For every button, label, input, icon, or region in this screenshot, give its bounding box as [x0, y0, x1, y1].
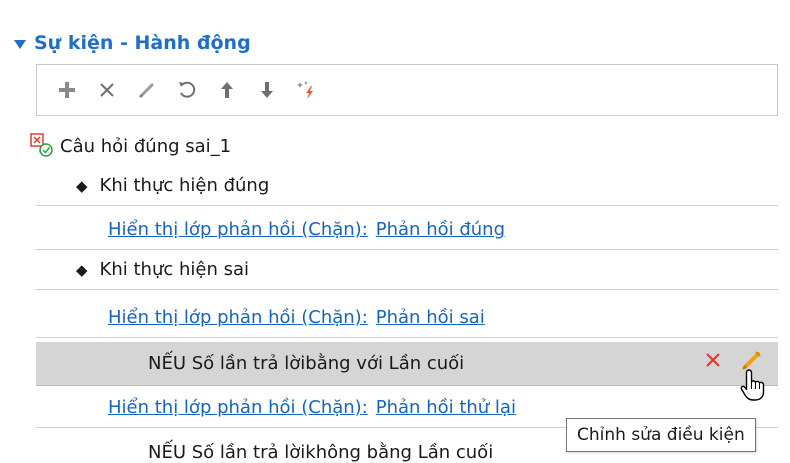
spark-icon	[297, 81, 313, 99]
root-label: Câu hỏi đúng sai_1	[60, 135, 232, 157]
arrow-down-icon	[261, 82, 273, 98]
question-true-false-icon	[30, 133, 53, 157]
condition-1-label: NẾU Số lần trả lờibằng với Lần cuối	[148, 353, 465, 374]
condition-row-selected[interactable]: NẾU Số lần trả lờibằng với Lần cuối	[36, 342, 778, 386]
close-icon	[706, 352, 720, 367]
trigger-wrong-label: Khi thực hiện sai	[99, 259, 249, 280]
toolbar	[36, 64, 778, 116]
action-correct-row: Hiển thị lớp phản hồi (Chặn): Phản hồi đ…	[36, 210, 778, 250]
arrow-up-icon	[221, 82, 233, 98]
delete-button[interactable]	[91, 74, 123, 106]
trigger-wrong-row[interactable]: ◆ Khi thực hiện sai	[36, 250, 778, 290]
action-wrong-row: Hiển thị lớp phản hồi (Chặn): Phản hồi s…	[36, 298, 778, 338]
condition-2-label: NẾU Số lần trả lờikhông bằng Lần cuối	[148, 442, 494, 463]
section-header[interactable]: Sự kiện - Hành động	[14, 28, 251, 58]
move-up-button[interactable]	[211, 74, 243, 106]
hand-cursor-icon	[740, 368, 768, 406]
action-wrong-target-link[interactable]: Phản hồi sai	[376, 307, 485, 328]
pencil-icon	[139, 83, 154, 98]
action-correct-link[interactable]: Hiển thị lớp phản hồi (Chặn):	[108, 219, 368, 240]
close-icon	[100, 83, 114, 97]
edit-button[interactable]	[131, 74, 163, 106]
delete-condition-button[interactable]	[704, 351, 722, 374]
plus-icon	[59, 82, 75, 98]
diamond-bullet-icon: ◆	[76, 176, 88, 195]
tooltip-text: Chỉnh sửa điều kiện	[577, 425, 745, 445]
add-button[interactable]	[51, 74, 83, 106]
undo-icon	[179, 81, 196, 98]
undo-button[interactable]	[171, 74, 203, 106]
trigger-correct-row[interactable]: ◆ Khi thực hiện đúng	[36, 166, 778, 206]
action-retry-target-link[interactable]: Phản hồi thử lại	[376, 397, 516, 418]
trigger-correct-label: Khi thực hiện đúng	[99, 175, 270, 196]
collapse-triangle-icon[interactable]	[14, 39, 26, 49]
tree-root-row[interactable]: Câu hỏi đúng sai_1	[30, 126, 772, 166]
move-down-button[interactable]	[251, 74, 283, 106]
action-correct-target-link[interactable]: Phản hồi đúng	[376, 219, 505, 240]
events-actions-panel: Sự kiện - Hành động Câu hỏi đúng sai_1 ◆…	[0, 0, 790, 463]
tooltip: Chỉnh sửa điều kiện	[566, 418, 756, 452]
section-title: Sự kiện - Hành động	[34, 32, 251, 54]
diamond-bullet-icon: ◆	[76, 260, 88, 279]
action-wrong-link[interactable]: Hiển thị lớp phản hồi (Chặn):	[108, 307, 368, 328]
magic-button[interactable]	[291, 74, 323, 106]
action-retry-link[interactable]: Hiển thị lớp phản hồi (Chặn):	[108, 397, 368, 418]
